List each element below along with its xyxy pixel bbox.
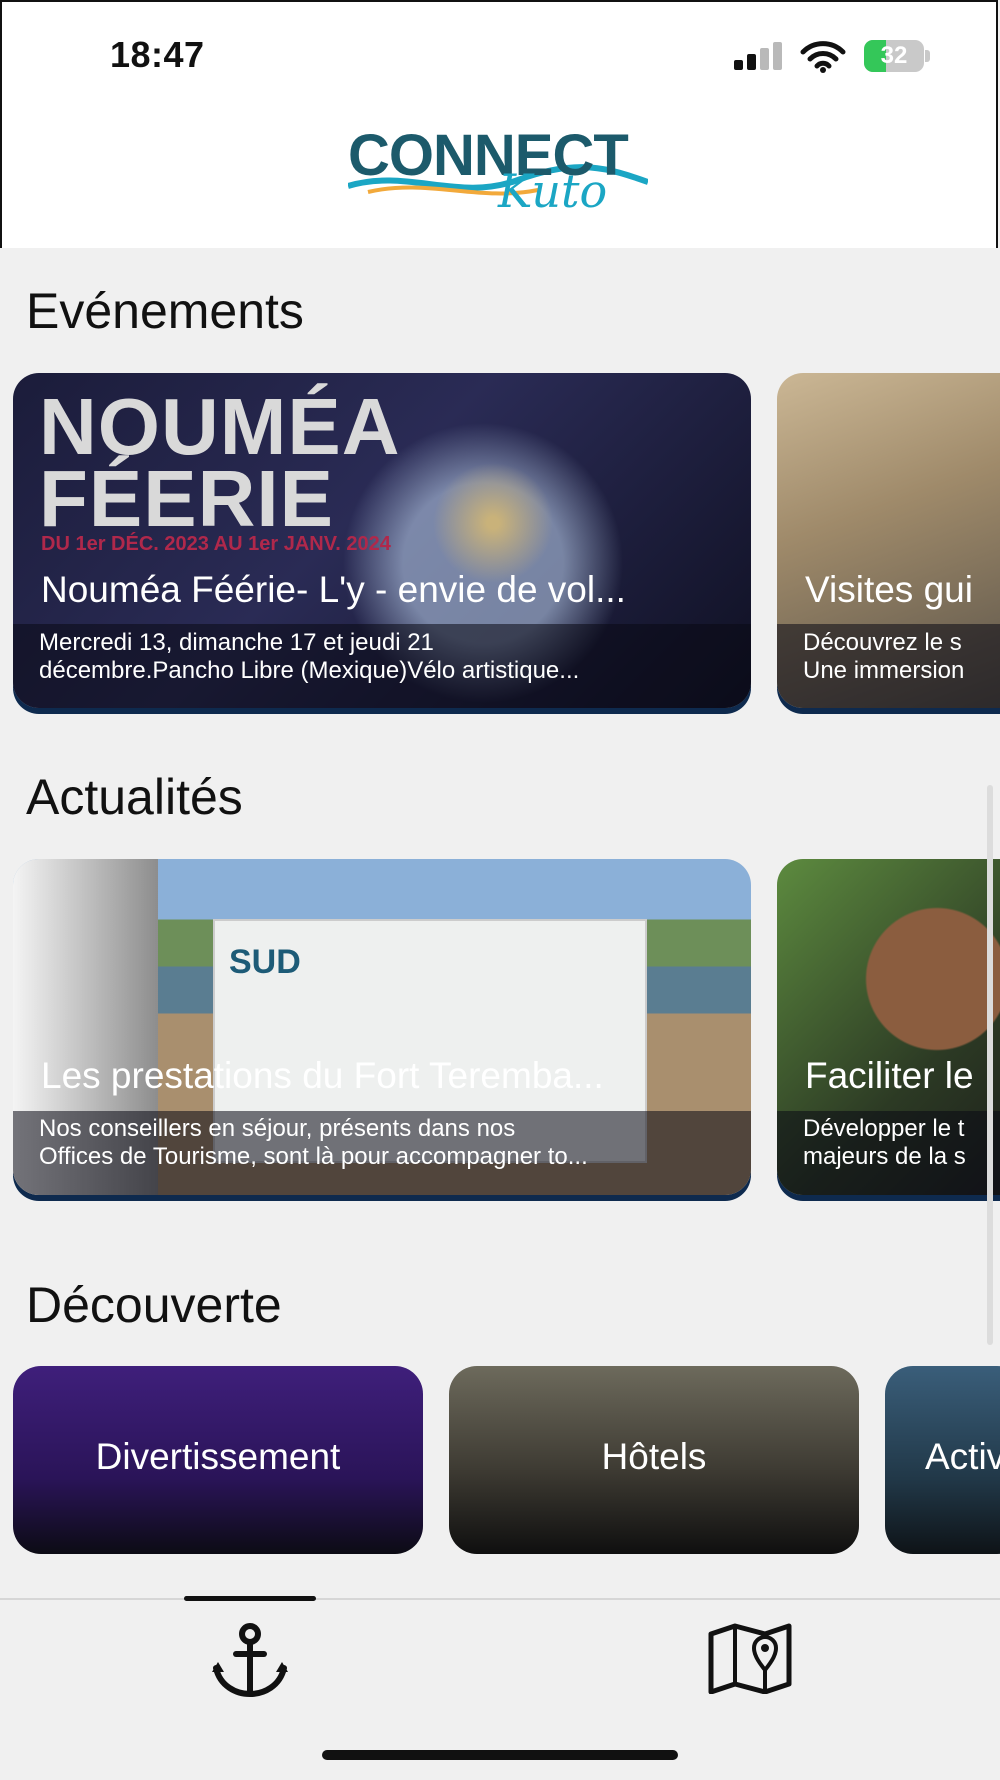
news-card-description: Nos conseillers en séjour, présents dans…: [39, 1115, 588, 1170]
event-image-date: DU 1er DÉC. 2023 AU 1er JANV. 2024: [41, 533, 391, 555]
section-title-discovery: Découverte: [26, 1277, 282, 1333]
news-card[interactable]: Faciliter le Développer le t majeurs de …: [777, 859, 1000, 1195]
tab-bar: [0, 1596, 1000, 1780]
section-title-events: Evénements: [26, 283, 304, 339]
status-time: 18:47: [110, 34, 205, 75]
home-indicator: [322, 1750, 678, 1760]
category-tile-label: Divertissement: [95, 1436, 341, 1477]
wifi-icon: [800, 41, 846, 73]
news-card-description: Développer le t majeurs de la s: [803, 1115, 966, 1170]
map-icon[interactable]: [708, 1622, 792, 1694]
event-card-title: Visites gui: [805, 569, 973, 610]
news-card[interactable]: SUD Les prestations du Fort Teremba... N…: [13, 859, 751, 1195]
signal-icon: [734, 42, 784, 70]
logo-sub-text: Kuto: [498, 164, 608, 218]
category-tile-hotels[interactable]: Hôtels: [449, 1366, 859, 1554]
event-card-title: Nouméa Féérie- L'y - envie de vol...: [41, 569, 626, 610]
battery-charging-icon: 32: [864, 40, 932, 74]
category-tile-label: Activ: [925, 1436, 1000, 1477]
news-image-sign-text: SUD: [229, 943, 301, 981]
header: 18:47 32 CONNECT Kuto: [0, 0, 998, 248]
event-card-description: Découvrez le s Une immersion: [803, 629, 965, 684]
category-tile-activities[interactable]: Activ: [885, 1366, 1000, 1554]
scroll-indicator[interactable]: [987, 785, 993, 1345]
event-card[interactable]: Visites gui Découvrez le s Une immersion: [777, 373, 1000, 708]
category-tile-label: Hôtels: [601, 1436, 707, 1477]
anchor-icon[interactable]: [210, 1622, 290, 1698]
news-card-title: Faciliter le: [805, 1055, 974, 1096]
news-card-title: Les prestations du Fort Teremba...: [41, 1055, 604, 1096]
app-logo: CONNECT Kuto: [348, 122, 648, 222]
event-image-headline: NOUMÉA FÉERIE: [39, 382, 401, 543]
category-tile-entertainment[interactable]: Divertissement: [13, 1366, 423, 1554]
section-title-news: Actualités: [26, 769, 243, 825]
tab-selected-indicator: [184, 1596, 316, 1601]
battery-percentage: 32: [880, 42, 908, 69]
event-card-description: Mercredi 13, dimanche 17 et jeudi 21 déc…: [39, 629, 580, 684]
event-card[interactable]: NOUMÉA FÉERIE DU 1er DÉC. 2023 AU 1er JA…: [13, 373, 751, 708]
